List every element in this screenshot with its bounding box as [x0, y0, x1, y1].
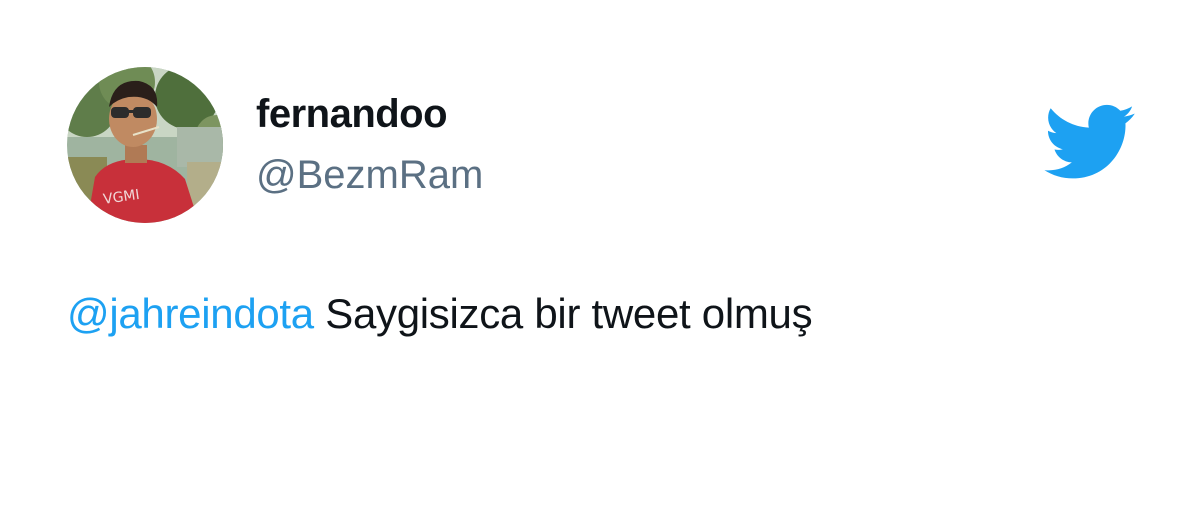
- avatar-photo: VGMI: [67, 67, 223, 223]
- tweet-body: Saygisizca bir tweet olmuş: [313, 290, 813, 337]
- avatar[interactable]: VGMI: [67, 67, 223, 223]
- user-handle[interactable]: @BezmRam: [256, 153, 483, 198]
- tweet-text: @jahreindota Saygisizca bir tweet olmuş: [67, 290, 813, 338]
- twitter-bird-icon: [1044, 104, 1136, 182]
- mention-link[interactable]: @jahreindota: [67, 290, 314, 337]
- display-name[interactable]: fernandoo: [256, 92, 448, 137]
- twitter-bird-icon-svg: [1044, 104, 1135, 179]
- tweet-card: VGMI fernandoo @BezmRam @jahreindota Say…: [0, 0, 1200, 518]
